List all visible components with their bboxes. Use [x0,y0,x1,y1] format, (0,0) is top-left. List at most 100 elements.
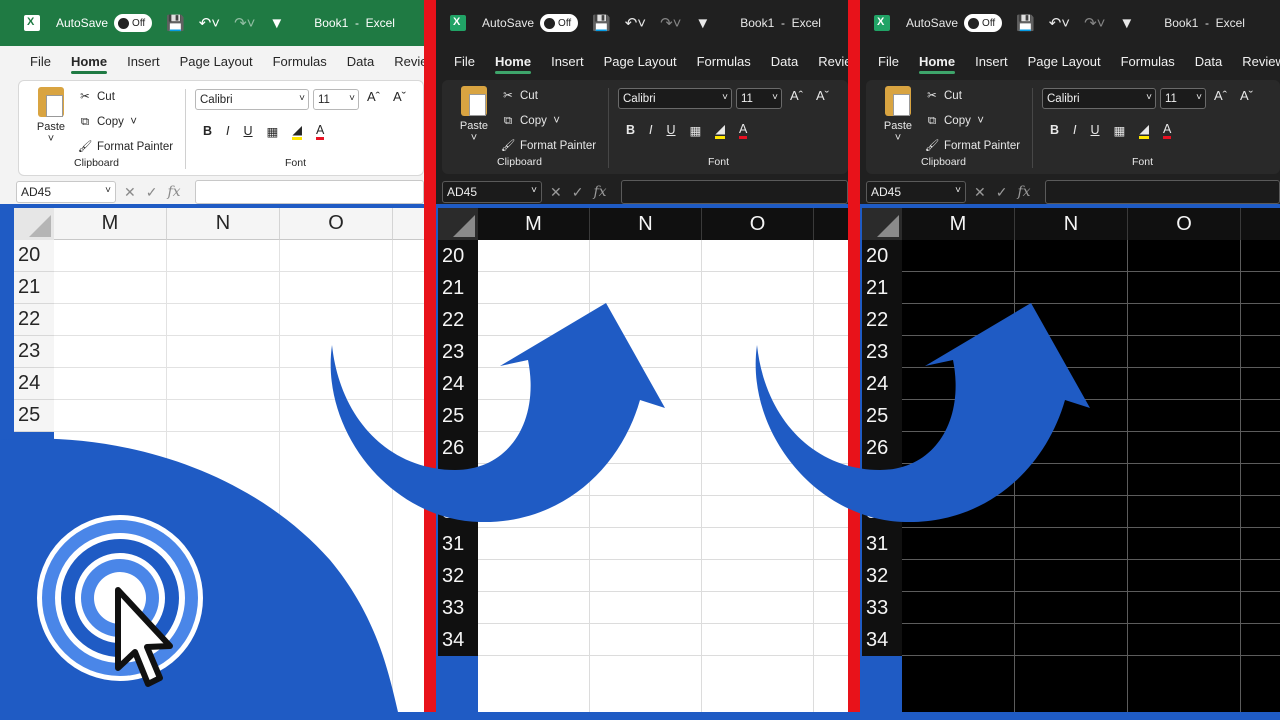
row-header-33[interactable]: 33 [438,592,478,624]
cell-area[interactable] [902,240,1280,720]
row-header-26[interactable]: 26 [438,432,478,464]
autosave-toggle[interactable]: Off [114,14,153,32]
customize-quick-access-icon[interactable]: ▼ [269,15,284,32]
shrink-font-icon[interactable]: Aˇ [816,88,829,103]
font-color-icon[interactable]: A [738,122,748,139]
row-header-29[interactable]: 29 [862,464,902,496]
tab-data[interactable]: Data [347,54,374,69]
name-box[interactable]: AD45 ˅ [442,181,542,203]
row-header-34[interactable]: 34 [438,624,478,656]
grow-font-icon[interactable]: Aˆ [367,89,380,104]
row-header-22[interactable]: 22 [862,304,902,336]
column-header-n[interactable]: N [167,208,280,240]
paste-button[interactable]: Paste ˅ [33,87,69,145]
underline-button[interactable]: U [1091,123,1100,137]
tab-page-layout[interactable]: Page Layout [604,54,677,69]
borders-icon[interactable]: ▦ [1114,123,1126,138]
undo-icon[interactable]: ↶˅ [1049,14,1070,32]
cancel-icon[interactable]: ✕ [124,184,136,201]
column-header-o[interactable]: O [702,208,814,240]
tab-formulas[interactable]: Formulas [1121,54,1175,69]
bold-button[interactable]: B [203,124,212,138]
undo-icon[interactable]: ↶˅ [625,14,646,32]
cancel-icon[interactable]: ✕ [974,184,986,201]
italic-button[interactable]: I [649,123,652,137]
tab-home[interactable]: Home [918,54,956,74]
cell-area[interactable] [478,240,848,720]
row-header-21[interactable]: 21 [438,272,478,304]
row-header-24[interactable]: 24 [438,368,478,400]
row-header-20[interactable]: 20 [14,240,54,272]
redo-icon[interactable]: ↷˅ [234,14,255,32]
row-header-33[interactable]: 33 [862,592,902,624]
borders-icon[interactable]: ▦ [267,124,279,139]
row-header-23[interactable]: 23 [438,336,478,368]
cell-area[interactable] [54,240,424,720]
row-header-30[interactable]: 30 [862,496,902,528]
redo-icon[interactable]: ↷˅ [660,14,681,32]
font-size-select[interactable]: 11 ˅ [736,88,782,109]
column-header-next[interactable] [393,208,424,240]
tab-formulas[interactable]: Formulas [273,54,327,69]
tab-file[interactable]: File [30,54,51,69]
row-header-29[interactable]: 29 [438,464,478,496]
tab-file[interactable]: File [454,54,475,69]
formula-input[interactable] [194,180,424,204]
fill-color-icon[interactable]: ◢ [1139,121,1149,139]
tab-home[interactable]: Home [494,54,532,74]
borders-icon[interactable]: ▦ [690,123,702,138]
name-box[interactable]: AD45 ˅ [16,181,116,203]
customize-quick-access-icon[interactable]: ▼ [1119,15,1134,32]
row-header-22[interactable]: 22 [14,304,54,336]
select-all-corner[interactable] [862,208,902,240]
select-all-corner[interactable] [438,208,478,240]
paste-button[interactable]: Paste ˅ [456,86,492,144]
enter-icon[interactable]: ✓ [996,184,1008,201]
underline-button[interactable]: U [667,123,676,137]
tab-review[interactable]: Review [818,54,848,69]
redo-icon[interactable]: ↷˅ [1084,14,1105,32]
column-header-m[interactable]: M [902,208,1015,240]
insert-function-icon[interactable]: fx [593,184,606,200]
row-header-30[interactable]: 30 [438,496,478,528]
font-size-select[interactable]: 11 ˅ [313,89,359,110]
row-header-24[interactable]: 24 [862,368,902,400]
font-name-select[interactable]: Calibri ˅ [1042,88,1156,109]
row-header-25[interactable]: 25 [438,400,478,432]
tab-page-layout[interactable]: Page Layout [180,54,253,69]
row-header-21[interactable]: 21 [862,272,902,304]
undo-icon[interactable]: ↶˅ [199,14,220,32]
row-header-32[interactable]: 32 [862,560,902,592]
insert-function-icon[interactable]: fx [167,184,180,200]
column-header-next[interactable] [1241,208,1280,240]
row-header-34[interactable]: 34 [862,624,902,656]
underline-button[interactable]: U [244,124,253,138]
save-icon[interactable]: 💾 [592,14,611,32]
column-header-next[interactable] [814,208,848,240]
row-header-25[interactable]: 25 [862,400,902,432]
autosave-toggle[interactable]: Off [964,14,1003,32]
cut-button[interactable]: ✂ Cut [500,84,596,109]
customize-quick-access-icon[interactable]: ▼ [695,15,710,32]
row-header-20[interactable]: 20 [862,240,902,272]
row-header-24[interactable]: 24 [14,368,54,400]
grow-font-icon[interactable]: Aˆ [790,88,803,103]
italic-button[interactable]: I [1073,123,1076,137]
cut-button[interactable]: ✂ Cut [924,84,1020,109]
tab-review[interactable]: Review [394,54,424,69]
font-name-select[interactable]: Calibri ˅ [618,88,732,109]
fill-color-icon[interactable]: ◢ [292,122,302,140]
tab-insert[interactable]: Insert [975,54,1008,69]
font-color-icon[interactable]: A [315,123,325,140]
tab-data[interactable]: Data [771,54,798,69]
row-header-23[interactable]: 23 [862,336,902,368]
row-header-31[interactable]: 31 [862,528,902,560]
copy-button[interactable]: ⧉ Copy ˅ [500,109,596,134]
cut-button[interactable]: ✂ Cut [77,85,173,110]
column-header-m[interactable]: M [54,208,167,240]
insert-function-icon[interactable]: fx [1017,184,1030,200]
column-header-m[interactable]: M [478,208,590,240]
tab-insert[interactable]: Insert [127,54,160,69]
column-header-n[interactable]: N [590,208,702,240]
tab-insert[interactable]: Insert [551,54,584,69]
